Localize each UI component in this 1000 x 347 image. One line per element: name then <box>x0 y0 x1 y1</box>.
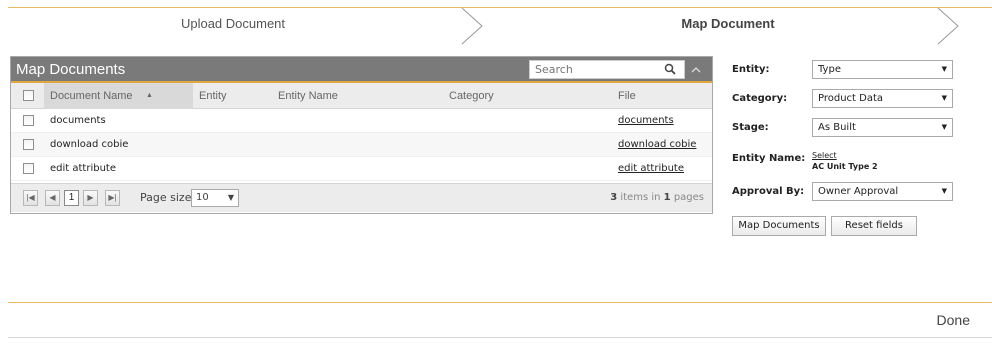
step-upload-document[interactable]: Upload Document <box>8 8 458 45</box>
column-header-file[interactable]: File <box>618 83 636 109</box>
collapse-icon[interactable] <box>689 63 703 77</box>
row-checkbox[interactable] <box>23 115 34 126</box>
chevron-down-icon: ▼ <box>941 123 947 131</box>
form-buttons: Map Documents Reset fields <box>732 216 957 245</box>
map-documents-button[interactable]: Map Documents <box>732 216 826 236</box>
mapping-form: Entity: Type ▼ Category: Product Data ▼ … <box>732 58 957 245</box>
map-documents-grid: Map Documents Document Name ▲ Entity Ent… <box>10 56 713 214</box>
done-button[interactable]: Done <box>937 312 970 328</box>
category-label: Category: <box>732 93 788 104</box>
entity-name-value: AC Unit Type 2 <box>812 162 878 171</box>
grid-title: Map Documents <box>16 61 126 78</box>
chevron-down-icon: ▼ <box>941 187 947 195</box>
row-document-name: documents <box>50 115 106 126</box>
row-checkbox[interactable] <box>23 163 34 174</box>
row-document-name: download cobie <box>50 139 129 150</box>
entity-name-select-link[interactable]: Select <box>812 151 837 160</box>
step-map-document[interactable]: Map Document <box>488 8 968 45</box>
first-page-button[interactable]: |◀ <box>23 190 38 206</box>
table-row[interactable]: edit attribute edit attribute <box>11 157 712 181</box>
search-icon[interactable] <box>664 63 676 75</box>
chevron-down-icon: ▼ <box>941 65 947 73</box>
approval-label: Approval By: <box>732 186 805 197</box>
column-header-document-name[interactable]: Document Name ▲ <box>44 83 193 109</box>
row-document-name: edit attribute <box>50 163 116 174</box>
stage-select[interactable]: As Built ▼ <box>812 118 953 137</box>
sort-asc-icon: ▲ <box>146 92 153 99</box>
table-row[interactable]: download cobie download cobie <box>11 133 712 157</box>
chevron-down-icon: ▼ <box>227 193 234 202</box>
table-row[interactable]: documents documents <box>11 109 712 133</box>
row-file-link[interactable]: documents <box>618 109 674 133</box>
last-page-button[interactable]: ▶| <box>105 190 120 206</box>
reset-fields-button[interactable]: Reset fields <box>831 216 917 236</box>
stage-label: Stage: <box>732 122 769 133</box>
entity-label: Entity: <box>732 64 770 75</box>
column-header-entity[interactable]: Entity <box>199 83 227 109</box>
search-input[interactable] <box>535 63 655 76</box>
search-box[interactable] <box>529 60 685 79</box>
current-page-number[interactable]: 1 <box>64 190 79 206</box>
step-chevron-icon <box>461 8 483 45</box>
grid-header: Map Documents <box>11 57 712 83</box>
select-all-checkbox[interactable] <box>23 90 34 101</box>
next-page-button[interactable]: ▶ <box>83 190 98 206</box>
category-row: Category: Product Data ▼ <box>732 87 957 116</box>
page-size-select[interactable]: 10 ▼ <box>191 189 239 207</box>
pager-info: 3 items in 1 pages <box>610 192 704 203</box>
entity-name-row: Entity Name: Select AC Unit Type 2 <box>732 145 957 180</box>
page-size-value: 10 <box>196 192 209 203</box>
grid-pager: |◀ ◀ 1 ▶ ▶| Page size: 10 ▼ 3 items in 1… <box>11 183 712 212</box>
row-file-link[interactable]: download cobie <box>618 133 696 157</box>
chevron-down-icon: ▼ <box>941 94 947 102</box>
wizard-footer: Done <box>8 302 992 338</box>
step-chevron-icon <box>937 8 959 45</box>
column-header-row: Document Name ▲ Entity Entity Name Categ… <box>11 83 712 109</box>
category-select[interactable]: Product Data ▼ <box>812 89 953 108</box>
approval-row: Approval By: Owner Approval ▼ <box>732 180 957 209</box>
row-file-link[interactable]: edit attribute <box>618 157 684 181</box>
approval-select[interactable]: Owner Approval ▼ <box>812 182 953 201</box>
page-size-label: Page size: <box>140 191 196 204</box>
prev-page-button[interactable]: ◀ <box>45 190 60 206</box>
row-checkbox[interactable] <box>23 139 34 150</box>
wizard-steps: Upload Document Map Document <box>8 7 992 45</box>
column-header-category[interactable]: Category <box>449 83 494 109</box>
column-header-entity-name[interactable]: Entity Name <box>278 83 338 109</box>
entity-select[interactable]: Type ▼ <box>812 60 953 79</box>
entity-name-label: Entity Name: <box>732 153 806 164</box>
entity-row: Entity: Type ▼ <box>732 58 957 87</box>
stage-row: Stage: As Built ▼ <box>732 116 957 145</box>
